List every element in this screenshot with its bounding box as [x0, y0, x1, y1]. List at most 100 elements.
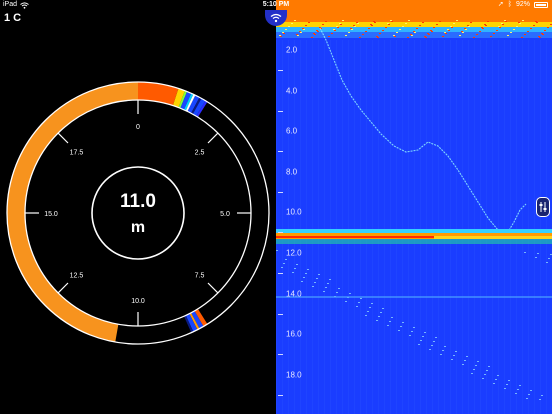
- settings-button[interactable]: [536, 197, 550, 217]
- sonar-speckle: [499, 27, 501, 28]
- sonar-noise-column: [492, 40, 493, 414]
- sonar-noise-column: [420, 40, 421, 414]
- sonar-echo-dot: [376, 320, 378, 321]
- depth-tick: [278, 110, 283, 112]
- sonar-echo-dot: [440, 354, 442, 355]
- sonar-echo-dot: [378, 316, 380, 317]
- sonar-echo-dot: [323, 291, 325, 292]
- sonar-speckle: [485, 25, 487, 26]
- sonar-noise-column: [534, 40, 535, 414]
- sonar-speckle: [447, 29, 449, 30]
- sonar-speckle: [334, 30, 336, 31]
- sonar-echo-dot: [475, 365, 477, 366]
- sonar-speckle: [297, 35, 299, 36]
- sonar-speckle: [391, 21, 393, 22]
- sonar-speckle: [464, 28, 466, 29]
- sonar-bottom-tail: [276, 239, 552, 244]
- sonar-echo-dot: [431, 345, 433, 346]
- depth-label: 10.0: [286, 207, 302, 217]
- sonar-view[interactable]: 2.0 4.0 6.0 8.0 10.0 12.0 14.0 16.0 18.0: [276, 0, 552, 414]
- depth-tick: [278, 151, 283, 153]
- sonar-speckle: [407, 37, 409, 38]
- sonar-speckle: [319, 27, 321, 28]
- sonar-noise-column: [372, 40, 373, 414]
- sonar-speckle: [282, 32, 284, 33]
- sonar-speckle: [296, 34, 298, 35]
- sonar-echo-dot: [422, 336, 424, 337]
- sonar-speckle: [502, 24, 504, 25]
- depth-label: 12.0: [286, 248, 302, 258]
- sonar-noise-column: [276, 40, 277, 414]
- depth-gauge: 0 2.5 5.0 7.5 10.0 12.5 15.0 17.5 11.0 m: [6, 81, 270, 345]
- sonar-speckle: [516, 26, 518, 27]
- gauge-scale-label: 5.0: [220, 211, 230, 218]
- sonar-speckle: [468, 26, 470, 27]
- sonar-speckle: [387, 23, 389, 24]
- sonar-secondary-echo: [276, 296, 552, 298]
- sonar-echo-dot: [506, 384, 508, 385]
- sonar-speckle: [465, 29, 467, 30]
- sonar-echo-dot: [477, 361, 479, 362]
- sonar-speckle: [308, 22, 310, 23]
- sonar-echo-dot: [530, 390, 532, 391]
- sonar-speckle: [362, 34, 364, 35]
- sonar-echo-dot: [296, 264, 298, 265]
- sonar-echo-dot: [420, 340, 422, 341]
- depth-tick: [278, 354, 283, 356]
- sonar-speckle: [345, 35, 347, 36]
- sonar-echo-dot: [276, 250, 278, 251]
- sonar-noise-column: [522, 40, 523, 414]
- sonar-echo-dot: [517, 389, 519, 390]
- sonar-echo-dot: [314, 282, 316, 283]
- sonar-speckle: [524, 34, 526, 35]
- sonar-echo-dot: [535, 257, 537, 258]
- sonar-noise-column: [528, 40, 529, 414]
- sonar-noise-column: [336, 40, 337, 414]
- sonar-noise-column: [318, 40, 319, 414]
- sonar-speckle: [325, 21, 327, 22]
- sonar-noise-column: [384, 40, 385, 414]
- sonar-echo-dot: [327, 283, 329, 284]
- sonar-speckle: [425, 37, 427, 38]
- sonar-echo-dot: [537, 253, 539, 254]
- sonar-speckle: [399, 29, 401, 30]
- sonar-surface-edge: [276, 22, 552, 27]
- sonar-echo-dot: [519, 385, 521, 386]
- sonar-speckle: [536, 22, 538, 23]
- sonar-speckle: [388, 24, 390, 25]
- sonar-noise-column: [300, 40, 301, 414]
- sonar-echo-dot: [418, 344, 420, 345]
- sonar-echo-dot: [464, 360, 466, 361]
- sonar-echo-dot: [329, 279, 331, 280]
- sonar-speckle: [311, 37, 313, 38]
- sonar-speckle: [302, 28, 304, 29]
- sonar-echo-dot: [539, 399, 541, 400]
- sonar-echo-dot: [305, 273, 307, 274]
- gauge-scale-label: 15.0: [44, 211, 58, 218]
- sonar-echo-dot: [325, 287, 327, 288]
- sonar-speckle: [368, 28, 370, 29]
- sonar-echo-dot: [292, 272, 294, 273]
- sonar-speckle: [351, 29, 353, 30]
- sonar-speckle: [305, 25, 307, 26]
- sonar-speckle: [519, 23, 521, 24]
- sonar-echo-dot: [526, 398, 528, 399]
- sonar-echo-dot: [400, 326, 402, 327]
- sonar-speckle: [382, 30, 384, 31]
- sonar-speckle: [342, 20, 344, 21]
- sonar-noise-column: [294, 40, 295, 414]
- sonar-noise-column: [486, 40, 487, 414]
- sonar-noise-column: [324, 40, 325, 414]
- sonar-speckle: [504, 20, 506, 21]
- bluetooth-icon: ᛒ: [507, 1, 512, 8]
- sonar-speckle: [481, 27, 483, 28]
- sonar-speckle: [413, 31, 415, 32]
- sonar-echo-dot: [444, 346, 446, 347]
- sonar-speckle: [482, 28, 484, 29]
- sonar-echo-dot: [484, 374, 486, 375]
- sonar-noise-column: [396, 40, 397, 414]
- depth-label: 8.0: [286, 167, 298, 177]
- sonar-noise-column: [438, 40, 439, 414]
- sonar-speckle: [340, 24, 342, 25]
- depth-tick: [278, 273, 283, 274]
